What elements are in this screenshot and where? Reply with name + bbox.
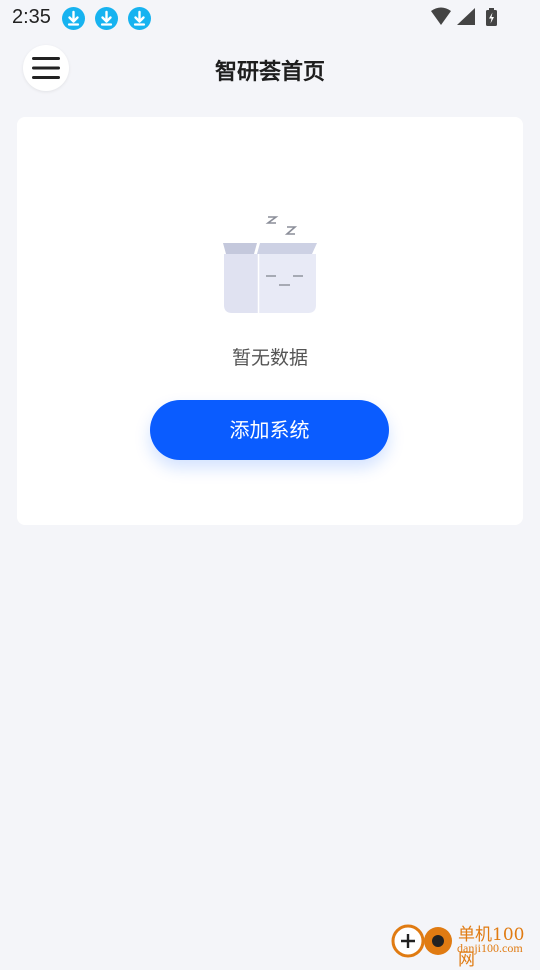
cellular-signal-icon — [457, 8, 475, 25]
status-bar: 2:35 — [0, 0, 540, 36]
download-icon — [128, 7, 151, 30]
watermark-logo — [390, 916, 456, 960]
add-system-button[interactable]: 添加系统 — [150, 400, 389, 460]
content-card: 暂无数据 添加系统 — [17, 117, 523, 525]
download-icon — [62, 7, 85, 30]
status-time: 2:35 — [12, 6, 51, 28]
download-icon — [95, 7, 118, 30]
battery-charging-icon — [486, 8, 497, 26]
page-title: 智研荟首页 — [214, 60, 325, 85]
system-icons — [430, 7, 504, 33]
empty-state-text: 暂无数据 — [231, 347, 308, 369]
empty-box-icon — [220, 213, 322, 317]
wifi-icon — [431, 7, 451, 25]
watermark-url: danji100.com — [457, 941, 523, 955]
